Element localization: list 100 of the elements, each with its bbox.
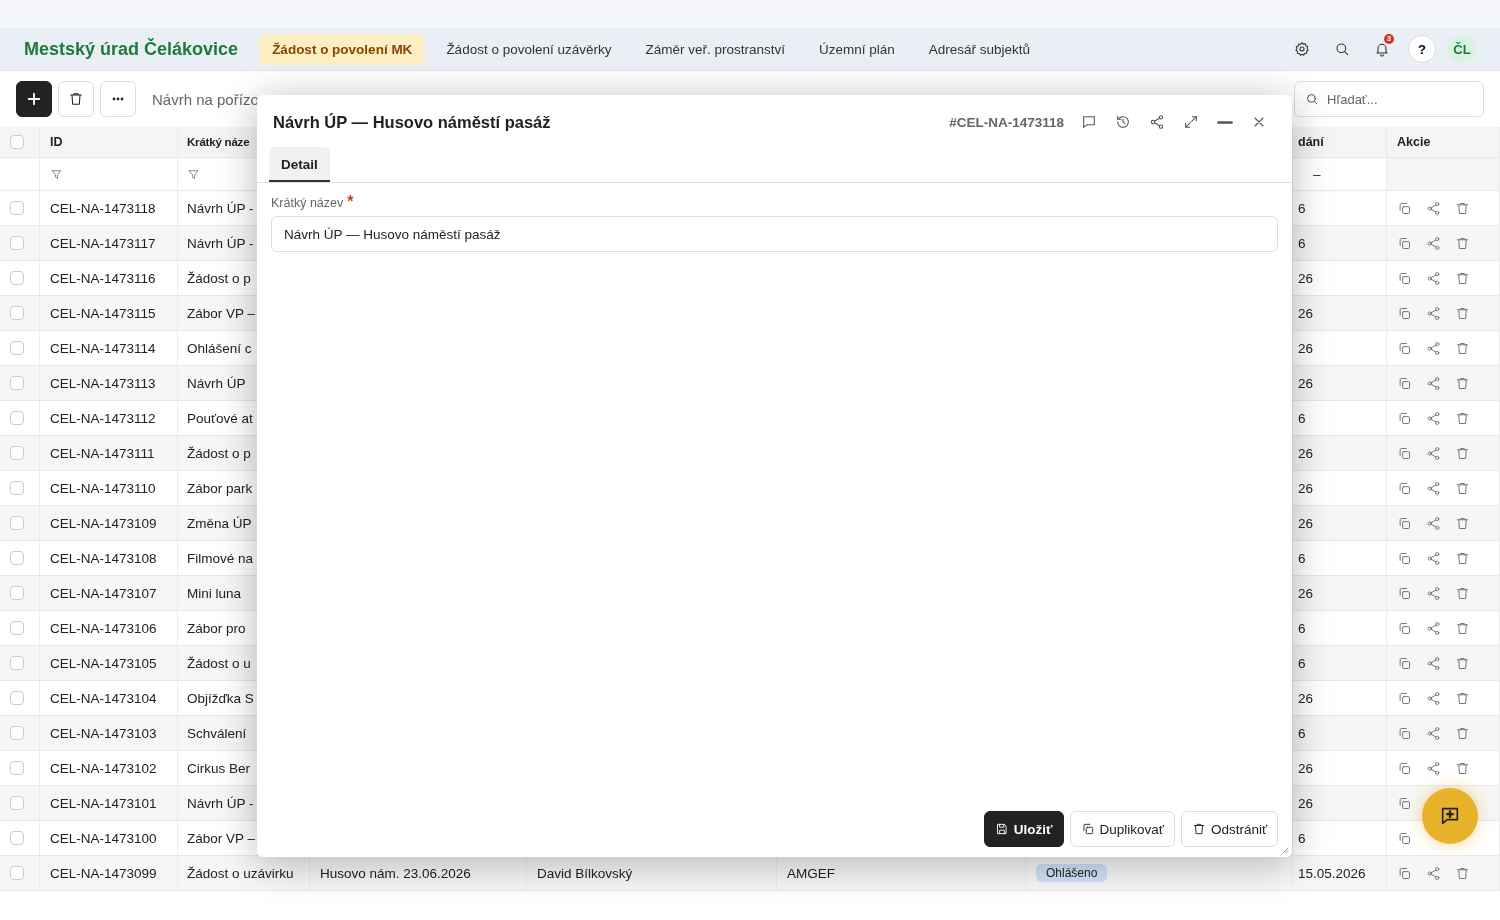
row-checkbox[interactable] xyxy=(10,341,24,355)
duplicate-button[interactable] xyxy=(1397,690,1412,706)
duplicate-button[interactable] xyxy=(1397,760,1412,776)
user-avatar[interactable]: ČL xyxy=(1448,35,1476,63)
duplicate-button[interactable] xyxy=(1397,515,1412,531)
row-checkbox[interactable] xyxy=(10,621,24,635)
row-checkbox[interactable] xyxy=(10,481,24,495)
share-button[interactable] xyxy=(1426,270,1441,286)
delete-button[interactable] xyxy=(1455,375,1470,391)
delete-button[interactable] xyxy=(1455,585,1470,601)
share-button[interactable] xyxy=(1426,760,1441,776)
row-checkbox[interactable] xyxy=(10,691,24,705)
search-field[interactable]: Hľadať... xyxy=(1294,81,1484,117)
delete-button[interactable] xyxy=(58,81,94,117)
row-checkbox[interactable] xyxy=(10,411,24,425)
footer-button[interactable]: Uložiť xyxy=(983,811,1064,847)
share-button[interactable] xyxy=(1426,620,1441,636)
footer-button[interactable]: Odstrániť xyxy=(1180,811,1278,847)
duplicate-button[interactable] xyxy=(1397,655,1412,671)
duplicate-button[interactable] xyxy=(1397,480,1412,496)
feedback-button[interactable] xyxy=(1422,788,1478,844)
row-checkbox[interactable] xyxy=(10,376,24,390)
duplicate-button[interactable] xyxy=(1397,725,1412,741)
nav-tab[interactable]: Žádost o povolení uzávěrky xyxy=(433,33,625,65)
row-checkbox[interactable] xyxy=(10,446,24,460)
delete-button[interactable] xyxy=(1455,305,1470,321)
nav-tab[interactable]: Žádost o povolení MK xyxy=(259,33,426,65)
row-checkbox[interactable] xyxy=(10,866,24,880)
delete-button[interactable] xyxy=(1455,550,1470,566)
delete-button[interactable] xyxy=(1455,410,1470,426)
row-checkbox[interactable] xyxy=(10,796,24,810)
help-button[interactable]: ? xyxy=(1408,35,1436,63)
share-button[interactable] xyxy=(1426,655,1441,671)
duplicate-button[interactable] xyxy=(1397,410,1412,426)
duplicate-button[interactable] xyxy=(1397,305,1412,321)
row-checkbox[interactable] xyxy=(10,761,24,775)
share-icon xyxy=(1426,760,1441,776)
share-button[interactable] xyxy=(1426,480,1441,496)
row-checkbox[interactable] xyxy=(10,656,24,670)
share-button[interactable] xyxy=(1426,200,1441,216)
share-button[interactable] xyxy=(1426,865,1441,881)
duplicate-button[interactable] xyxy=(1397,795,1412,811)
duplicate-button[interactable] xyxy=(1397,200,1412,216)
delete-button[interactable] xyxy=(1455,760,1470,776)
share-button[interactable] xyxy=(1426,235,1441,251)
row-checkbox[interactable] xyxy=(10,551,24,565)
row-checkbox[interactable] xyxy=(10,516,24,530)
nav-tab[interactable]: Záměr veř. prostranství xyxy=(632,33,798,65)
delete-button[interactable] xyxy=(1455,515,1470,531)
duplicate-button[interactable] xyxy=(1397,340,1412,356)
delete-button[interactable] xyxy=(1455,865,1470,881)
app-title: Mestský úrad Čelákovice xyxy=(24,38,239,60)
row-checkbox[interactable] xyxy=(10,726,24,740)
delete-button[interactable] xyxy=(1455,340,1470,356)
add-button[interactable] xyxy=(16,81,52,117)
duplicate-button[interactable] xyxy=(1397,830,1412,846)
duplicate-button[interactable] xyxy=(1397,270,1412,286)
row-checkbox[interactable] xyxy=(10,201,24,215)
history-icon xyxy=(1115,114,1131,130)
table-cell: CEL-NA-1473116 xyxy=(50,270,156,286)
delete-button[interactable] xyxy=(1455,690,1470,706)
modal-tab[interactable]: Detail xyxy=(269,147,330,182)
duplicate-button[interactable] xyxy=(1397,585,1412,601)
share-button[interactable] xyxy=(1426,445,1441,461)
delete-button[interactable] xyxy=(1455,200,1470,216)
share-button[interactable] xyxy=(1426,550,1441,566)
delete-button[interactable] xyxy=(1455,445,1470,461)
copy-icon xyxy=(1397,480,1412,496)
share-button[interactable] xyxy=(1426,585,1441,601)
share-button[interactable] xyxy=(1426,515,1441,531)
row-checkbox[interactable] xyxy=(10,306,24,320)
delete-button[interactable] xyxy=(1455,655,1470,671)
duplicate-button[interactable] xyxy=(1397,865,1412,881)
share-button[interactable] xyxy=(1426,340,1441,356)
notifications-button[interactable]: 3 xyxy=(1368,35,1396,63)
share-button[interactable] xyxy=(1426,305,1441,321)
nav-tab[interactable]: Adresář subjektů xyxy=(915,33,1044,65)
footer-button[interactable]: Duplikovať xyxy=(1069,811,1175,847)
row-checkbox[interactable] xyxy=(10,831,24,845)
row-checkbox[interactable] xyxy=(10,135,24,149)
share-button[interactable] xyxy=(1426,375,1441,391)
share-button[interactable] xyxy=(1426,690,1441,706)
delete-button[interactable] xyxy=(1455,620,1470,636)
delete-button[interactable] xyxy=(1455,725,1470,741)
share-button[interactable] xyxy=(1426,725,1441,741)
delete-button[interactable] xyxy=(1455,235,1470,251)
row-checkbox[interactable] xyxy=(10,236,24,250)
short-name-field[interactable]: Návrh ÚP — Husovo náměstí pasáž xyxy=(271,216,1278,252)
duplicate-button[interactable] xyxy=(1397,375,1412,391)
duplicate-button[interactable] xyxy=(1397,445,1412,461)
delete-button[interactable] xyxy=(1455,270,1470,286)
share-button[interactable] xyxy=(1426,410,1441,426)
copy-icon xyxy=(1397,655,1412,671)
nav-tab[interactable]: Územní plán xyxy=(806,33,908,65)
duplicate-button[interactable] xyxy=(1397,620,1412,636)
duplicate-button[interactable] xyxy=(1397,550,1412,566)
row-checkbox[interactable] xyxy=(10,586,24,600)
delete-button[interactable] xyxy=(1455,480,1470,496)
row-checkbox[interactable] xyxy=(10,271,24,285)
duplicate-button[interactable] xyxy=(1397,235,1412,251)
